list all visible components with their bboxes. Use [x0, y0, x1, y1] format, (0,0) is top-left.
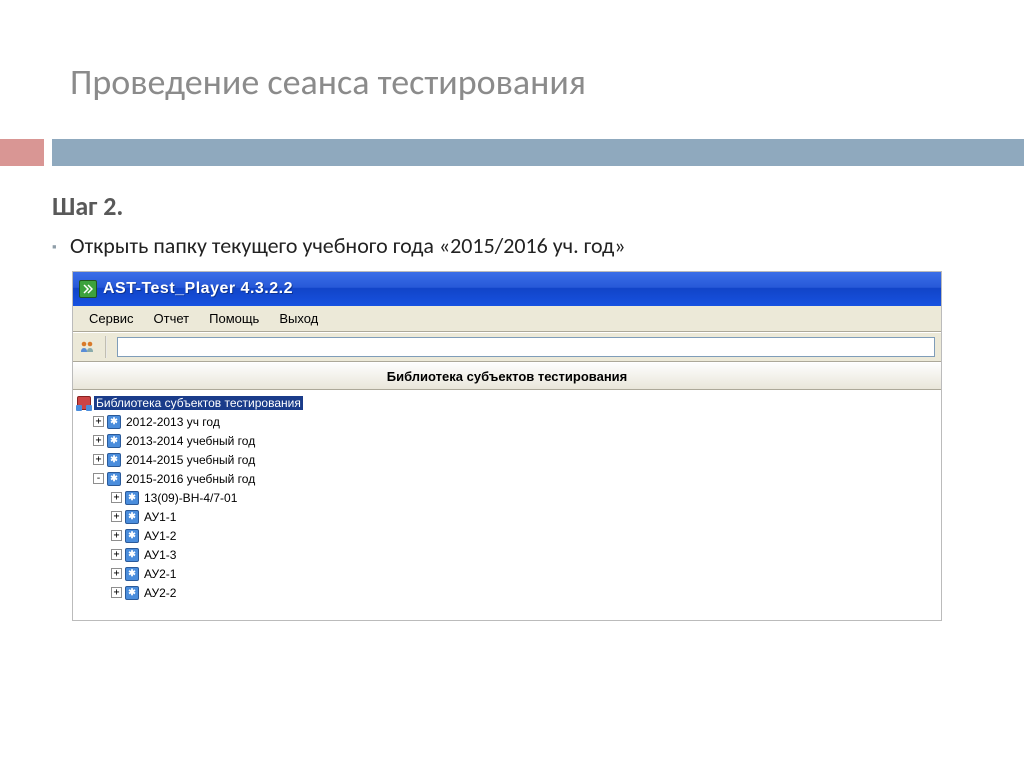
- toolbar-field[interactable]: [117, 337, 935, 357]
- people-icon[interactable]: [79, 339, 95, 355]
- folder-icon: [107, 472, 121, 486]
- tree-child-item[interactable]: + АУ2-2: [111, 583, 937, 602]
- folder-icon: [125, 586, 139, 600]
- root-icon: [77, 396, 91, 410]
- expand-icon[interactable]: +: [111, 549, 122, 560]
- folder-icon: [107, 415, 121, 429]
- folder-icon: [125, 567, 139, 581]
- slide-content: Шаг 2. Открыть папку текущего учебного г…: [52, 190, 984, 621]
- folder-icon: [125, 510, 139, 524]
- slide-title: Проведение сеанса тестирования: [0, 0, 1024, 124]
- expand-icon[interactable]: +: [111, 587, 122, 598]
- tree-child-item[interactable]: + АУ1-3: [111, 545, 937, 564]
- folder-icon: [107, 434, 121, 448]
- expand-icon[interactable]: +: [93, 435, 104, 446]
- tree-root-label: Библиотека субъектов тестирования: [94, 396, 303, 410]
- tree-panel: Библиотека субъектов тестирования + 2012…: [73, 390, 941, 620]
- tree-child-item[interactable]: + АУ1-2: [111, 526, 937, 545]
- step-label: Шаг 2.: [52, 190, 984, 222]
- tree-year-item[interactable]: + 2013-2014 учебный год: [93, 431, 937, 450]
- toolbar: [73, 332, 941, 362]
- tree-year-item[interactable]: + 2012-2013 уч год: [93, 412, 937, 431]
- tree-year-item[interactable]: + 2014-2015 учебный год: [93, 450, 937, 469]
- menubar: Сервис Отчет Помощь Выход: [73, 306, 941, 332]
- expand-icon[interactable]: +: [111, 568, 122, 579]
- accent-bar-gray: [52, 139, 1024, 166]
- panel-header: Библиотека субъектов тестирования: [73, 362, 941, 390]
- tree-item-label: 2012-2013 уч год: [124, 415, 222, 429]
- expand-icon[interactable]: +: [93, 454, 104, 465]
- folder-icon: [125, 491, 139, 505]
- tree-item-label: АУ1-1: [142, 510, 178, 524]
- tree-child-item[interactable]: + 13(09)-ВН-4/7-01: [111, 488, 937, 507]
- tree-child-item[interactable]: + АУ2-1: [111, 564, 937, 583]
- app-icon: [79, 280, 97, 298]
- expand-icon[interactable]: +: [93, 416, 104, 427]
- slide: Проведение сеанса тестирования Шаг 2. От…: [0, 0, 1024, 767]
- tree-child-item[interactable]: + АУ1-1: [111, 507, 937, 526]
- tree-item-label: АУ1-3: [142, 548, 178, 562]
- instruction-text: Открыть папку текущего учебного года «20…: [52, 232, 984, 259]
- tree-item-label: 2014-2015 учебный год: [124, 453, 257, 467]
- titlebar[interactable]: AST-Test_Player 4.3.2.2: [73, 272, 941, 306]
- folder-icon: [125, 529, 139, 543]
- app-window: AST-Test_Player 4.3.2.2 Сервис Отчет Пом…: [72, 271, 942, 621]
- folder-icon: [125, 548, 139, 562]
- menu-report[interactable]: Отчет: [144, 308, 200, 329]
- tree-root[interactable]: Библиотека субъектов тестирования: [77, 393, 937, 412]
- window-title: AST-Test_Player 4.3.2.2: [103, 280, 293, 298]
- menu-service[interactable]: Сервис: [79, 308, 144, 329]
- expand-icon[interactable]: +: [111, 492, 122, 503]
- tree-item-label: АУ2-1: [142, 567, 178, 581]
- folder-icon: [107, 453, 121, 467]
- accent-bar-orange: [0, 139, 44, 166]
- tree-year-item[interactable]: - 2015-2016 учебный год: [93, 469, 937, 488]
- expand-icon[interactable]: +: [111, 530, 122, 541]
- tree-item-label: 2015-2016 учебный год: [124, 472, 257, 486]
- tree-item-label: АУ1-2: [142, 529, 178, 543]
- tree-item-label: 13(09)-ВН-4/7-01: [142, 491, 239, 505]
- menu-help[interactable]: Помощь: [199, 308, 269, 329]
- tree-item-label: 2013-2014 учебный год: [124, 434, 257, 448]
- tree-item-label: АУ2-2: [142, 586, 178, 600]
- menu-exit[interactable]: Выход: [269, 308, 328, 329]
- expand-icon[interactable]: +: [111, 511, 122, 522]
- collapse-icon[interactable]: -: [93, 473, 104, 484]
- toolbar-separator: [105, 336, 107, 358]
